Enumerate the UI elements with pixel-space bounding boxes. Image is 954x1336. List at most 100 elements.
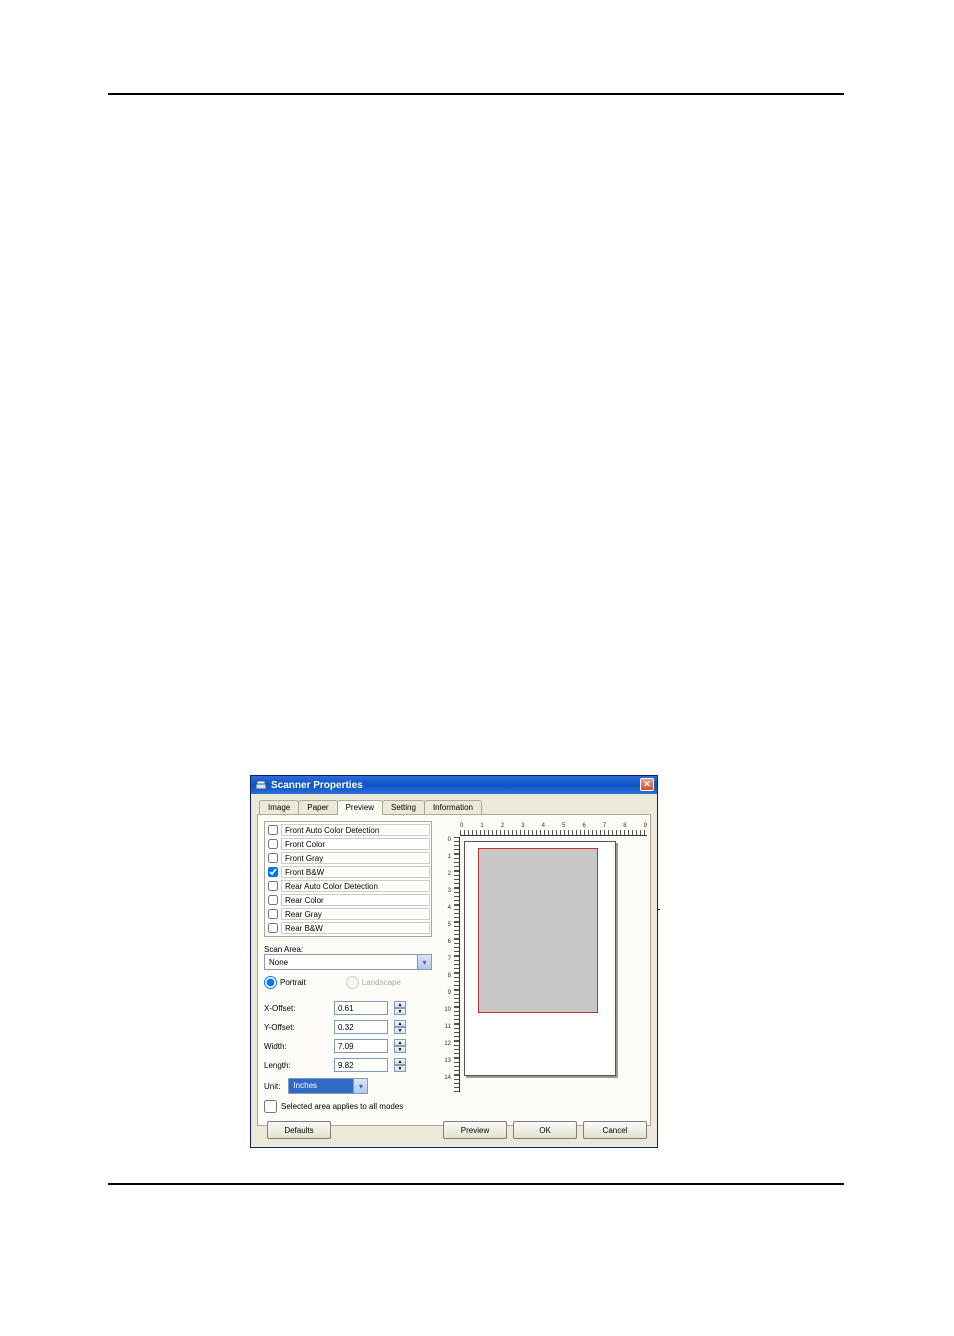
list-item-label[interactable]: Front Gray <box>281 852 430 864</box>
spin-up-button[interactable]: ▲ <box>394 1020 406 1027</box>
left-column: Front Auto Color Detection Front Color F… <box>264 821 432 1113</box>
close-button[interactable]: ✕ <box>640 778 654 791</box>
ruler-tick-label: 11 <box>442 1024 452 1030</box>
ruler-tick-label: 1 <box>442 854 452 860</box>
ruler-tick-label: 6 <box>442 939 452 945</box>
x-offset-spinner: ▲ ▼ <box>394 1001 406 1015</box>
ruler-ticks <box>454 1024 460 1041</box>
front-color-checkbox[interactable] <box>268 839 278 849</box>
dialog-button-row: Defaults Preview OK Cancel <box>251 1121 657 1139</box>
list-item-label[interactable]: Rear Color <box>281 894 430 906</box>
preview-sheet[interactable] <box>464 841 616 1076</box>
y-offset-label: Y-Offset: <box>264 1023 334 1032</box>
offset-grid: X-Offset: ▲ ▼ Y-Offset: ▲ ▼ Width: <box>264 1001 432 1072</box>
tab-preview[interactable]: Preview <box>337 800 383 815</box>
tab-strip: Image Paper Preview Setting Information <box>259 800 657 814</box>
unit-row: Unit: Inches ▾ <box>264 1078 432 1094</box>
width-input[interactable] <box>334 1039 388 1053</box>
landscape-radio <box>346 976 359 989</box>
spin-up-button[interactable]: ▲ <box>394 1001 406 1008</box>
dialog-title: Scanner Properties <box>271 780 363 791</box>
spin-up-button[interactable]: ▲ <box>394 1039 406 1046</box>
list-item: Rear B&W <box>266 921 430 935</box>
list-item-label[interactable]: Front B&W <box>281 866 430 878</box>
ruler-tick-label: 14 <box>442 1075 452 1081</box>
scan-area-label: Scan Area: <box>264 945 432 954</box>
ruler-tick-label: 7 <box>442 956 452 962</box>
list-item: Front Color <box>266 837 430 851</box>
x-offset-input[interactable] <box>334 1001 388 1015</box>
tab-setting[interactable]: Setting <box>382 800 425 814</box>
scanner-properties-dialog: Scanner Properties ✕ Image Paper Preview… <box>250 775 658 1148</box>
front-auto-color-checkbox[interactable] <box>268 825 278 835</box>
landscape-label: Landscape <box>362 978 401 987</box>
ruler-horizontal: 0 1 2 3 4 5 6 7 8 9 <box>460 823 647 837</box>
spin-down-button[interactable]: ▼ <box>394 1027 406 1034</box>
width-spinner: ▲ ▼ <box>394 1039 406 1053</box>
ruler-ticks <box>454 837 460 854</box>
ruler-ticks <box>454 922 460 939</box>
front-gray-checkbox[interactable] <box>268 853 278 863</box>
rear-bw-checkbox[interactable] <box>268 923 278 933</box>
page-bottom-rule <box>108 1183 844 1185</box>
tab-paper[interactable]: Paper <box>298 800 337 814</box>
list-item-label[interactable]: Rear Gray <box>281 908 430 920</box>
spin-down-button[interactable]: ▼ <box>394 1008 406 1015</box>
portrait-radio-label[interactable]: Portrait <box>264 976 306 989</box>
ruler-tick-label: 6 <box>582 823 585 829</box>
list-item: Front B&W <box>266 865 430 879</box>
spin-down-button[interactable]: ▼ <box>394 1065 406 1072</box>
ruler-tick-label: 9 <box>442 990 452 996</box>
ruler-tick-label: 12 <box>442 1041 452 1047</box>
ruler-ticks <box>454 956 460 973</box>
unit-combo[interactable]: Inches ▾ <box>288 1078 368 1094</box>
chevron-down-icon: ▾ <box>353 1079 367 1093</box>
selected-area-label: Selected area applies to all modes <box>281 1102 403 1111</box>
selected-area-checkbox[interactable] <box>264 1100 277 1113</box>
cancel-button[interactable]: Cancel <box>583 1121 647 1139</box>
rear-auto-color-checkbox[interactable] <box>268 881 278 891</box>
ok-button[interactable]: OK <box>513 1121 577 1139</box>
list-item-label[interactable]: Front Auto Color Detection <box>281 824 430 836</box>
preview-pane: 0 1 2 3 4 5 6 7 8 9 0 1 <box>442 823 647 1093</box>
ruler-tick-label: 3 <box>521 823 524 829</box>
length-input[interactable] <box>334 1058 388 1072</box>
list-item: Rear Color <box>266 893 430 907</box>
y-offset-input[interactable] <box>334 1020 388 1034</box>
unit-value: Inches <box>289 1079 353 1093</box>
y-offset-spinner: ▲ ▼ <box>394 1020 406 1034</box>
x-offset-label: X-Offset: <box>264 1004 334 1013</box>
ruler-tick-label: 8 <box>623 823 626 829</box>
tab-information[interactable]: Information <box>424 800 482 814</box>
front-bw-checkbox[interactable] <box>268 867 278 877</box>
selected-area-row: Selected area applies to all modes <box>264 1100 432 1113</box>
ruler-ticks <box>460 830 647 836</box>
ruler-tick-label: 9 <box>644 823 647 829</box>
ruler-ticks <box>454 905 460 922</box>
spin-down-button[interactable]: ▼ <box>394 1046 406 1053</box>
list-item-label[interactable]: Front Color <box>281 838 430 850</box>
rear-gray-checkbox[interactable] <box>268 909 278 919</box>
list-item: Front Auto Color Detection <box>266 823 430 837</box>
list-item-label[interactable]: Rear Auto Color Detection <box>281 880 430 892</box>
list-item-label[interactable]: Rear B&W <box>281 922 430 934</box>
scan-area-combo[interactable]: None ▾ <box>264 954 432 970</box>
rear-color-checkbox[interactable] <box>268 895 278 905</box>
ruler-tick-label: 2 <box>501 823 504 829</box>
tab-body: Front Auto Color Detection Front Color F… <box>257 814 651 1126</box>
ruler-tick-label: 0 <box>460 823 463 829</box>
preview-selection[interactable] <box>478 848 598 1013</box>
ruler-ticks <box>454 973 460 990</box>
portrait-radio[interactable] <box>264 976 277 989</box>
ruler-ticks <box>454 990 460 1007</box>
ruler-tick-label: 5 <box>442 922 452 928</box>
width-label: Width: <box>264 1042 334 1051</box>
spin-up-button[interactable]: ▲ <box>394 1058 406 1065</box>
preview-button[interactable]: Preview <box>443 1121 507 1139</box>
ruler-tick-label: 10 <box>442 1007 452 1013</box>
tab-image[interactable]: Image <box>259 800 299 814</box>
dialog-titlebar: Scanner Properties ✕ <box>251 776 657 794</box>
ruler-tick-label: 2 <box>442 871 452 877</box>
defaults-button[interactable]: Defaults <box>267 1121 331 1139</box>
scan-area-value: None <box>269 958 288 967</box>
